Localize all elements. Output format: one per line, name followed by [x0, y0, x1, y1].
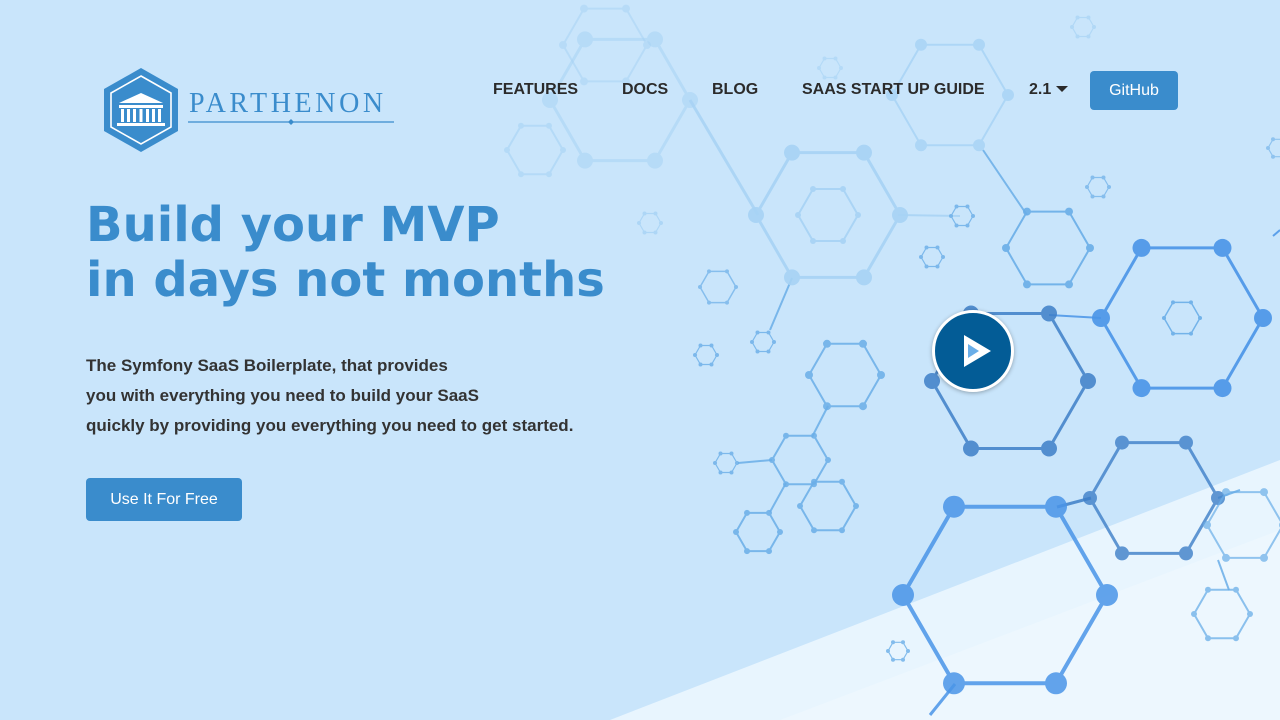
version-dropdown[interactable]: 2.1 [1029, 80, 1069, 100]
molecule-bond [1272, 229, 1280, 237]
nav-saas-startup-guide[interactable]: SAAS START UP GUIDE [802, 80, 985, 100]
molecule-bond [737, 459, 773, 464]
logo-underline [188, 119, 394, 125]
play-icon [964, 335, 991, 367]
molecule-hexagon [733, 509, 783, 555]
hero-title-line-1: Build your MVP [86, 197, 500, 253]
nav-features[interactable]: FEATURES [493, 80, 578, 100]
hero-description-line: you with everything you need to build yo… [86, 386, 479, 405]
hero-title-line-2: in days not months [86, 252, 605, 308]
parthenon-temple-icon [104, 68, 178, 152]
github-button[interactable]: GitHub [1090, 71, 1178, 110]
molecule-hexagon [698, 269, 738, 305]
molecule-hexagon [949, 204, 975, 228]
molecule-hexagon [805, 339, 885, 411]
play-video-button[interactable] [932, 310, 1014, 392]
molecule-hexagon [797, 478, 859, 534]
molecule-hexagon [1092, 238, 1272, 398]
brand-logo[interactable]: PARTHENON [100, 66, 400, 154]
use-it-for-free-button[interactable]: Use It For Free [86, 478, 242, 521]
site-header: PARTHENON FEATURES DOCS BLOG SAAS START … [0, 0, 1280, 180]
brand-name: PARTHENON [189, 88, 387, 119]
molecule-hexagon [637, 211, 663, 235]
molecule-bond [769, 277, 793, 331]
hero-section: Build your MVP in days not months The Sy… [86, 198, 605, 441]
molecule-bond [811, 405, 829, 438]
molecule-hexagon [750, 330, 776, 354]
nav-blog[interactable]: BLOG [712, 80, 758, 100]
hero-title: Build your MVP in days not months [86, 198, 605, 308]
molecule-hexagon [1002, 207, 1094, 289]
chevron-down-icon [1056, 86, 1069, 92]
molecule-hexagon [1162, 300, 1202, 336]
molecule-hexagon [919, 245, 945, 269]
molecule-bond [769, 482, 787, 513]
hero-description-line: quickly by providing you everything you … [86, 416, 574, 435]
hero-description-line: The Symfony SaaS Boilerplate, that provi… [86, 356, 448, 375]
hero-description: The Symfony SaaS Boilerplate, that provi… [86, 351, 605, 441]
version-label: 2.1 [1029, 81, 1052, 98]
nav-docs[interactable]: DOCS [622, 80, 668, 100]
molecule-hexagon [713, 451, 739, 475]
molecule-hexagon [795, 186, 861, 244]
molecule-hexagon [693, 343, 719, 367]
molecule-hexagon [769, 432, 831, 488]
